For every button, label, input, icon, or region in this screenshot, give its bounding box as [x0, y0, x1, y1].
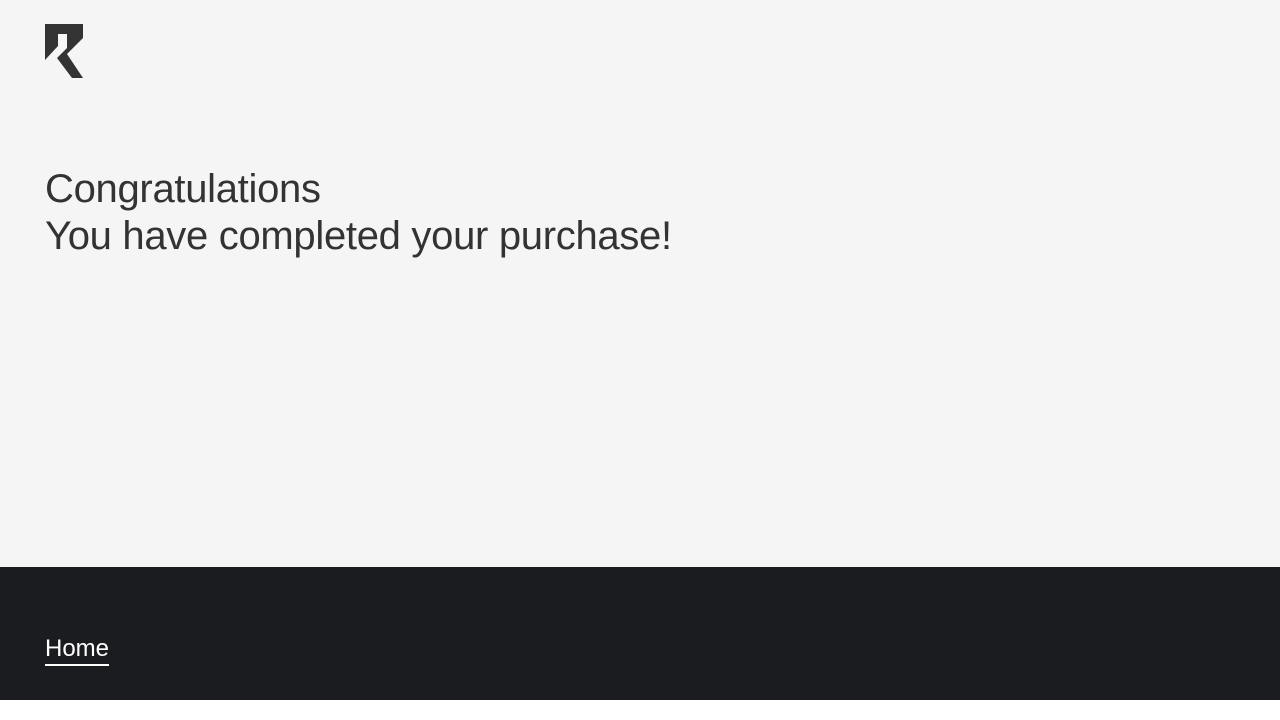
footer-home-link[interactable]: Home: [45, 634, 110, 666]
heading-line-congratulations: Congratulations: [45, 167, 321, 211]
confirmation-heading: Congratulations You have completed your …: [45, 166, 672, 260]
main-content-area: Congratulations You have completed your …: [0, 0, 1280, 567]
brand-logo-icon: [45, 24, 83, 78]
page-bottom-strip: [0, 700, 1280, 720]
heading-line-purchase-complete: You have completed your purchase!: [45, 214, 672, 258]
footer: [0, 567, 1280, 700]
